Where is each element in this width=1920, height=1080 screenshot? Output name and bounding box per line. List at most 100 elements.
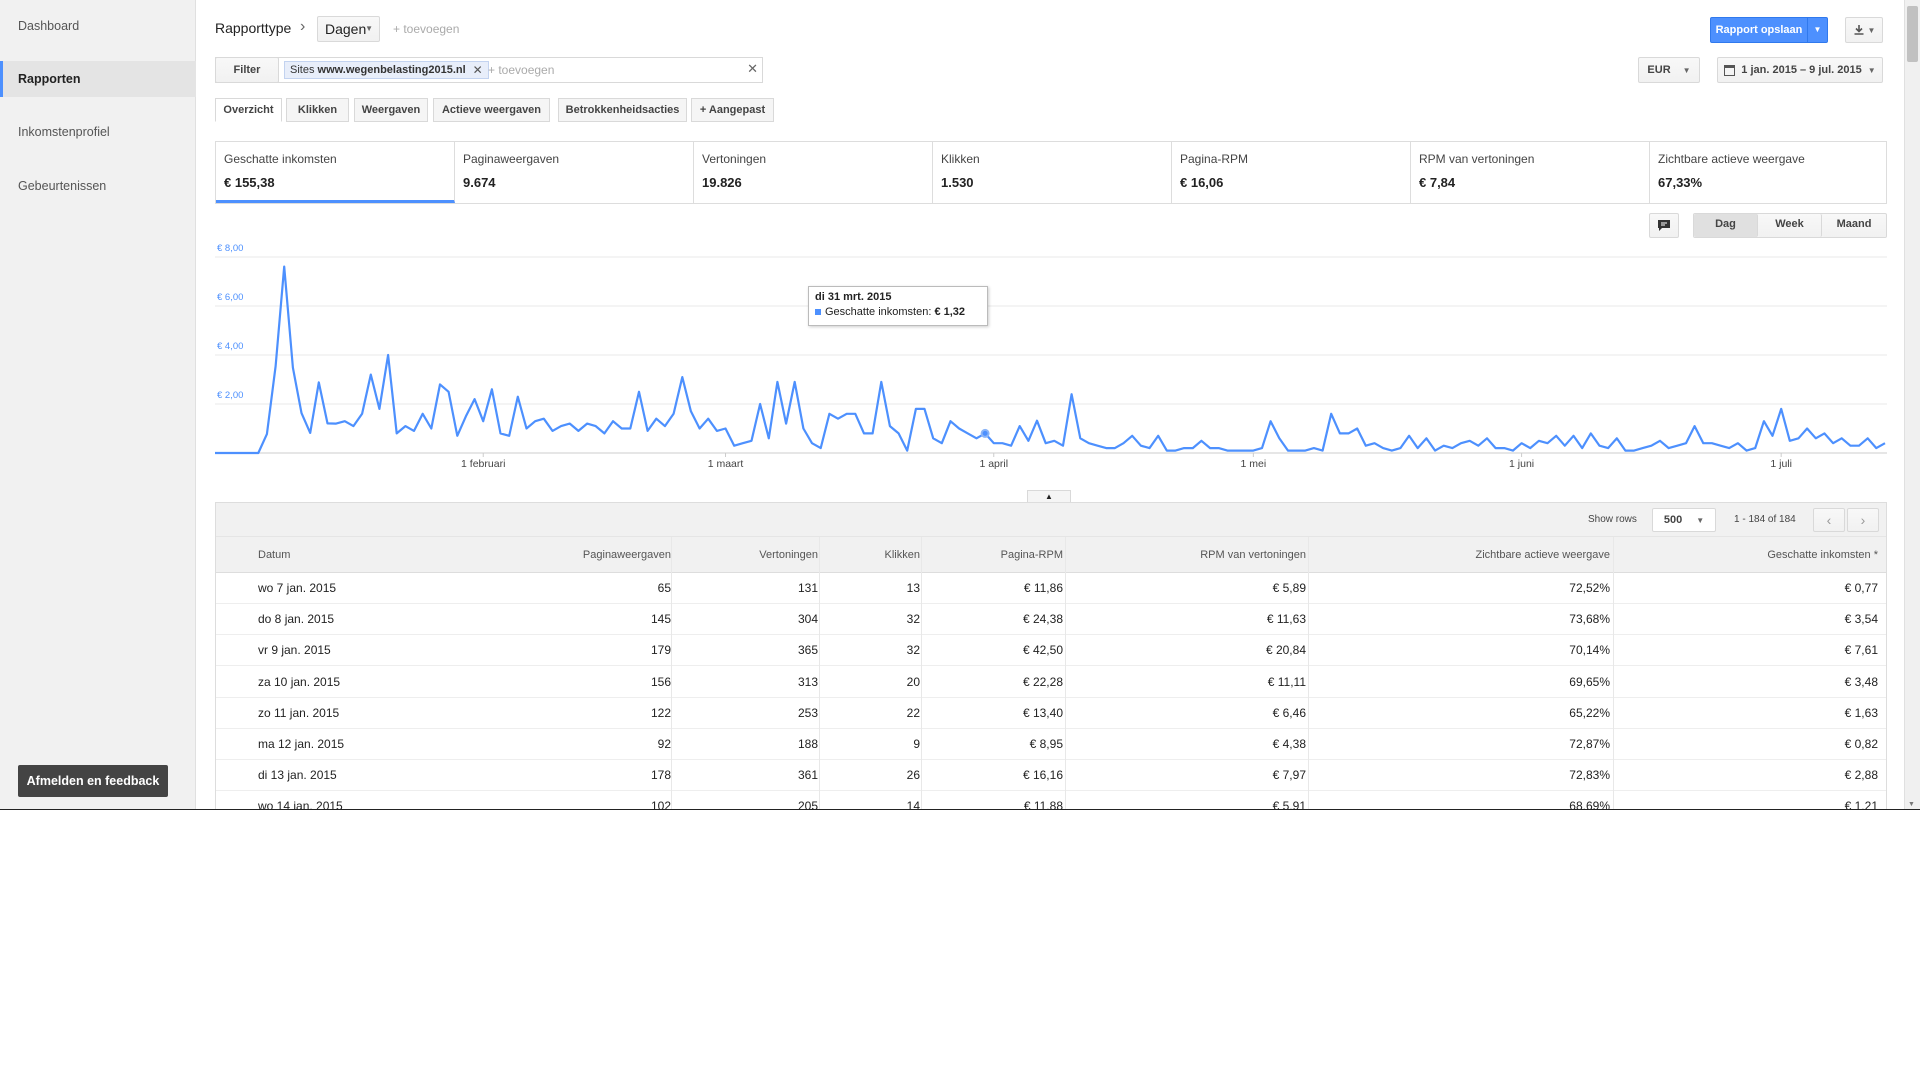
annotations-button[interactable] (1649, 213, 1679, 238)
filter-button[interactable]: Filter (215, 57, 279, 83)
metric-vertoningen[interactable]: Vertoningen 19.826 (694, 142, 933, 203)
table-cell: 72,87% (1569, 737, 1610, 751)
tab-klikken[interactable]: Klikken (286, 98, 349, 122)
download-button[interactable]: ▼ (1845, 17, 1883, 43)
table-cell: 304 (797, 612, 818, 627)
table-cell: 65 (657, 581, 671, 595)
metric-label: Vertoningen (702, 152, 767, 166)
table-row: di 13 jan. 2015 178 361 26 € 16,16 € 7,97 72,8… (216, 760, 1886, 792)
table-cell: € 3,54 (1844, 612, 1878, 627)
remove-chip-close-icon[interactable]: ✕ (473, 62, 483, 78)
chevron-down-icon: ▼ (365, 24, 373, 33)
sidebar: Dashboard Rapporten Inkomstenprofiel Geb… (0, 0, 196, 809)
tab-aangepast[interactable]: + Aangepast (691, 98, 774, 122)
col-datum[interactable]: Datum (258, 537, 290, 573)
currency-dropdown[interactable]: EUR ▼ (1638, 57, 1700, 83)
tab-weergaven[interactable]: Weergaven (354, 98, 428, 122)
page-scrollbar[interactable]: ▼ (1904, 0, 1920, 809)
x-tick-label: 1 april (979, 458, 1008, 470)
col-paginaweergaven[interactable]: Paginaweergaven (516, 537, 671, 573)
dimension-label: Dagen (325, 21, 367, 37)
rows-per-page-select[interactable]: 500 ▼ (1652, 508, 1716, 532)
col-rpm-van-vertoningen[interactable]: RPM van vertoningen (1068, 537, 1306, 573)
table-cell: 13 (906, 581, 920, 595)
table-cell: 178 (650, 768, 671, 783)
table-cell: 65,22% (1569, 705, 1610, 720)
add-dimension-link[interactable]: + toevoegen (393, 22, 459, 36)
calendar-icon (1724, 64, 1736, 76)
metric-klikken[interactable]: Klikken 1.530 (933, 142, 1172, 203)
sidebar-item-rapporten[interactable]: Rapporten (0, 61, 196, 97)
column-divider (1065, 537, 1066, 809)
chevron-down-icon: ▼ (1867, 66, 1876, 75)
logout-feedback-button[interactable]: Afmelden en feedback (18, 765, 168, 797)
table-cell: 92 (657, 737, 671, 751)
metric-label: Klikken (941, 152, 980, 166)
sidebar-item-dashboard[interactable]: Dashboard (0, 8, 196, 44)
series-line-geschatte-inkomsten (215, 265, 1886, 455)
table-row: za 10 jan. 2015 156 313 20 € 22,28 € 11,11 69,… (216, 667, 1886, 698)
column-divider (1613, 537, 1614, 809)
table-cell: € 6,46 (1272, 705, 1306, 720)
next-page-chevron-right-icon[interactable]: › (1847, 508, 1879, 532)
col-geschatte-inkomsten[interactable]: Geschatte inkomsten * (1616, 537, 1878, 573)
table-cell: € 2,88 (1844, 768, 1878, 783)
y-tick-label: € 2,00 (217, 390, 243, 401)
col-klikken[interactable]: Klikken (822, 537, 920, 573)
metric-value: 19.826 (702, 175, 742, 190)
clear-filter-close-icon[interactable]: ✕ (747, 61, 758, 77)
table-cell: € 0,82 (1844, 737, 1878, 751)
filter-add-input[interactable]: + toevoegen (488, 63, 554, 77)
tab-actieve-weergaven[interactable]: Actieve weergaven (433, 98, 550, 122)
save-report-button[interactable]: Rapport opslaan (1711, 18, 1807, 42)
table-cell: 102 (650, 799, 671, 810)
series-swatch-icon (815, 309, 821, 315)
scroll-down-arrow-icon[interactable]: ▼ (1908, 801, 1915, 808)
column-divider (1308, 537, 1309, 809)
sidebar-item-inkomstenprofiel[interactable]: Inkomstenprofiel (0, 114, 196, 150)
table-cell: do 8 jan. 2015 (258, 612, 335, 627)
tab-betrokkenheidsacties[interactable]: Betrokkenheidsacties (558, 98, 687, 122)
table-cell: € 4,38 (1272, 737, 1306, 751)
metric-label: Zichtbare actieve weergave (1658, 152, 1805, 166)
metric-rpm-van-vertoningen[interactable]: RPM van vertoningen € 7,84 (1411, 142, 1650, 203)
scrollbar-thumb[interactable] (1907, 6, 1918, 62)
metric-geschatte-inkomsten[interactable]: Geschatte inkomsten € 155,38 (216, 142, 455, 203)
metric-label: Pagina-RPM (1180, 152, 1249, 166)
table-cell: 73,68% (1569, 612, 1610, 627)
col-zichtbare-actieve-weergave[interactable]: Zichtbare actieve weergave (1312, 537, 1610, 573)
table-cell: 26 (906, 768, 920, 783)
tab-overzicht[interactable]: Overzicht (215, 98, 282, 122)
col-vertoningen[interactable]: Vertoningen (676, 537, 818, 573)
table-cell: € 7,97 (1272, 768, 1306, 783)
breadcrumb-separator: › (300, 18, 306, 35)
table-cell: 32 (906, 643, 920, 658)
table-cell: 179 (650, 643, 671, 658)
table-cell: € 16,16 (1022, 768, 1063, 783)
sidebar-item-gebeurtenissen[interactable]: Gebeurtenissen (0, 168, 196, 204)
metric-pagina-rpm[interactable]: Pagina-RPM € 16,06 (1172, 142, 1411, 203)
column-divider (671, 537, 672, 809)
table-cell: 145 (650, 612, 671, 627)
granularity-week-button[interactable]: Week (1758, 214, 1822, 237)
table-row: zo 11 jan. 2015 122 253 22 € 13,40 € 6,46 65,2… (216, 698, 1886, 729)
table-cell: 253 (797, 705, 818, 720)
granularity-day-button[interactable]: Dag (1694, 214, 1758, 237)
chart-tooltip: di 31 mrt. 2015 Geschatte inkomsten: € 1… (808, 286, 988, 326)
table-cell: € 7,61 (1844, 643, 1878, 658)
table-cell: 14 (906, 799, 920, 810)
x-tick-label: 1 februari (461, 458, 505, 470)
metric-paginaweergaven[interactable]: Paginaweergaven 9.674 (455, 142, 694, 203)
date-range-picker[interactable]: 1 jan. 2015 – 9 jul. 2015 ▼ (1717, 57, 1883, 83)
table-row: vr 9 jan. 2015 179 365 32 € 42,50 € 20,84 70,1… (216, 635, 1886, 667)
earnings-line-chart[interactable]: € 8,00 € 6,00 € 4,00 € 2,00 1 februari 1 maar… (215, 240, 1887, 480)
collapse-chart-caret-icon[interactable]: ▲ (1027, 490, 1071, 502)
metric-zichtbare-actieve-weergave[interactable]: Zichtbare actieve weergave 67,33% (1650, 142, 1886, 203)
col-pagina-rpm[interactable]: Pagina-RPM (924, 537, 1063, 573)
dimension-dropdown[interactable]: Dagen ▼ (317, 16, 380, 42)
granularity-month-button[interactable]: Maand (1822, 214, 1886, 237)
chevron-down-icon: ▼ (1696, 516, 1705, 525)
prev-page-chevron-left-icon[interactable]: ‹ (1813, 508, 1845, 532)
table-cell: 361 (797, 768, 818, 783)
save-options-chevron-icon[interactable]: ▼ (1807, 18, 1827, 42)
